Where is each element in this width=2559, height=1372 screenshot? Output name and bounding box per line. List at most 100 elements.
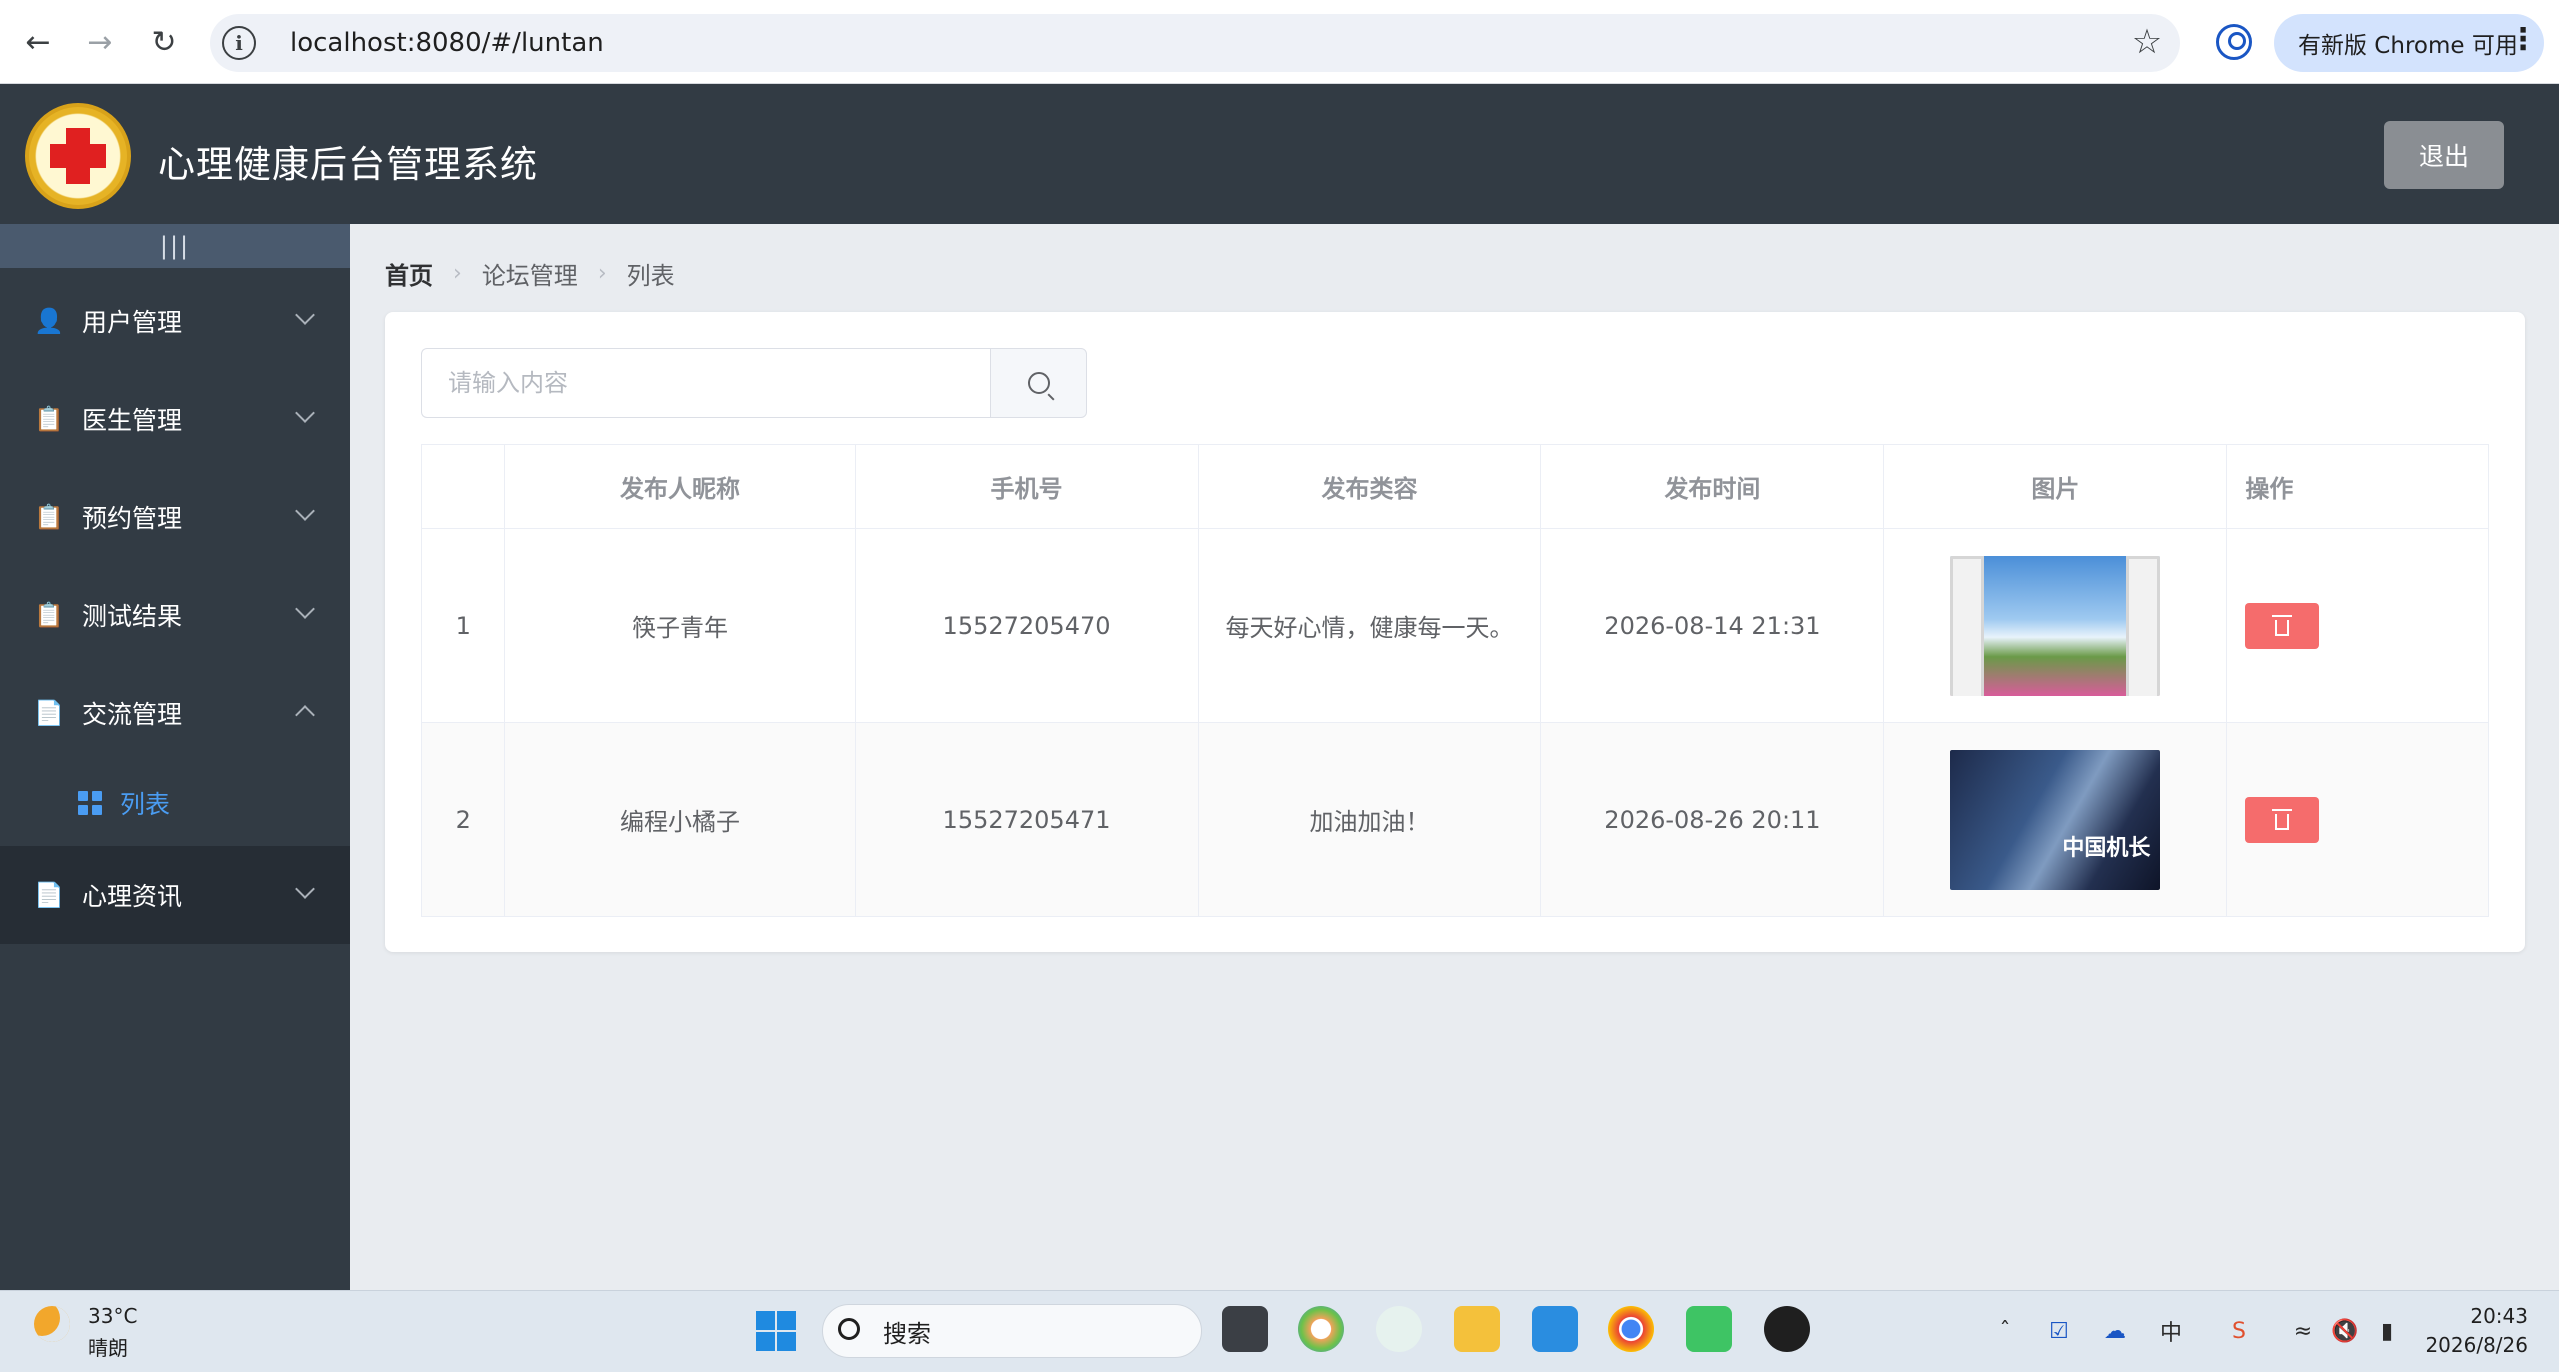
clipboard-icon: 📋 — [34, 601, 64, 629]
chat-app-icon[interactable] — [1376, 1306, 1422, 1352]
chevron-right-icon: › — [453, 261, 462, 286]
sidebar-item-psych-news[interactable]: 📄 心理资讯 — [0, 846, 350, 944]
sidebar-item-label: 预约管理 — [82, 504, 183, 533]
sidebar-item-label: 交流管理 — [82, 700, 183, 729]
sidebar-item-label: 心理资讯 — [82, 882, 183, 911]
back-arrow-icon[interactable]: ← — [16, 20, 60, 64]
breadcrumb-forum: 论坛管理 — [481, 262, 578, 290]
chevron-down-icon — [295, 501, 315, 521]
column-header-actions: 操作 — [2226, 444, 2489, 529]
site-info-icon[interactable]: i — [222, 26, 256, 60]
wifi-icon[interactable]: ≈ — [2290, 1318, 2316, 1344]
chrome-update-label: 有新版 Chrome 可用 — [2298, 33, 2518, 59]
cloud-icon[interactable]: ☁ — [2102, 1318, 2128, 1344]
breadcrumb: 首页 › 论坛管理 › 列表 — [385, 256, 675, 291]
logo-cross-horizontal — [50, 144, 106, 168]
address-bar[interactable]: localhost:8080/#/luntan — [210, 14, 2180, 72]
taskbar-search[interactable]: 搜索 — [822, 1304, 1202, 1358]
search-input[interactable] — [421, 348, 991, 418]
row-phone: 15527205470 — [854, 528, 1199, 723]
sidebar-item-doctors[interactable]: 📋 医生管理 — [0, 370, 350, 468]
browser-app-icon[interactable] — [1298, 1306, 1344, 1352]
clock-date[interactable]: 2026/8/26 — [2400, 1333, 2528, 1357]
chrome-update-button[interactable]: 有新版 Chrome 可用 — [2274, 14, 2544, 72]
vscode-icon[interactable] — [1532, 1306, 1578, 1352]
trash-icon — [2272, 614, 2293, 636]
sidebar-collapse-toggle[interactable]: ||| — [0, 224, 350, 268]
weather-desc: 晴朗 — [88, 1336, 128, 1360]
task-view-icon[interactable] — [1222, 1306, 1268, 1352]
profile-icon[interactable] — [2216, 24, 2252, 60]
chevron-up-icon — [295, 705, 315, 725]
battery-icon[interactable]: ▮ — [2374, 1318, 2400, 1344]
table-row: 1 筷子青年 15527205470 每天好心情，健康每一天。 2026-08-… — [420, 528, 2489, 723]
clock-time[interactable]: 20:43 — [2456, 1304, 2528, 1328]
qq-icon[interactable] — [1764, 1306, 1810, 1352]
chevron-right-icon: › — [597, 261, 607, 286]
weather-temp: 33°C — [88, 1304, 138, 1328]
sidebar-item-users[interactable]: 👤 用户管理 — [0, 272, 350, 370]
windows-start-icon[interactable] — [756, 1311, 796, 1351]
table-row: 2 编程小橘子 15527205471 加油加油！ 2026-08-26 20:… — [420, 722, 2489, 917]
chevron-down-icon — [295, 879, 315, 899]
bookmark-star-icon[interactable]: ☆ — [2125, 20, 2169, 64]
clipboard-icon: 📋 — [34, 503, 64, 531]
sidebar-item-label: 测试结果 — [82, 602, 183, 631]
document-icon: 📄 — [34, 881, 64, 909]
delete-button[interactable] — [2245, 602, 2320, 649]
document-icon: 📄 — [34, 699, 64, 727]
sidebar-subitem-list[interactable]: 列表 — [0, 760, 350, 846]
user-icon: 👤 — [34, 307, 64, 335]
row-image-cell — [1883, 528, 2228, 723]
row-actions — [2226, 722, 2489, 917]
search-icon — [838, 1318, 860, 1340]
search-icon — [1027, 372, 1050, 394]
breadcrumb-home[interactable]: 首页 — [385, 256, 433, 291]
row-image-cell: 中国机长 — [1883, 722, 2228, 917]
row-index: 2 — [420, 722, 506, 917]
chevron-down-icon — [295, 599, 315, 619]
taskbar-search-label: 搜索 — [883, 1319, 931, 1348]
trash-icon — [2272, 808, 2293, 830]
moon-weather-icon[interactable] — [34, 1306, 70, 1342]
app-tray-icon[interactable]: S — [2226, 1318, 2252, 1344]
row-phone: 15527205471 — [854, 722, 1199, 917]
file-explorer-icon[interactable] — [1454, 1306, 1500, 1352]
chevron-down-icon — [295, 305, 315, 325]
movie-poster-image[interactable]: 中国机长 — [1950, 749, 2161, 890]
row-actions — [2226, 528, 2489, 723]
table-header-row: 发布人昵称 手机号 发布类容 发布时间 图片 操作 — [420, 444, 2489, 529]
wechat-icon[interactable] — [1686, 1306, 1732, 1352]
sidebar-item-test-results[interactable]: 📋 测试结果 — [0, 566, 350, 664]
ime-icon[interactable]: 中 — [2158, 1318, 2184, 1346]
column-header-content: 发布类容 — [1197, 444, 1542, 529]
sidebar-item-label: 用户管理 — [82, 308, 183, 337]
chevron-down-icon — [295, 403, 315, 423]
sidebar-subitem-label: 列表 — [120, 790, 171, 819]
column-header-image: 图片 — [1883, 444, 2228, 529]
reload-icon[interactable]: ↻ — [142, 20, 186, 64]
forward-arrow-icon[interactable]: → — [78, 20, 122, 64]
url-text: localhost:8080/#/luntan — [290, 28, 604, 58]
logout-button[interactable]: 退出 — [2384, 121, 2504, 189]
chrome-icon[interactable] — [1608, 1306, 1654, 1352]
row-content: 加油加油！ — [1197, 722, 1542, 917]
column-header-nickname: 发布人昵称 — [504, 444, 856, 529]
search-button[interactable] — [990, 348, 1087, 418]
shield-icon[interactable]: ☑ — [2046, 1318, 2072, 1344]
volume-mute-icon[interactable]: 🔇 — [2331, 1318, 2358, 1344]
sidebar-item-appointments[interactable]: 📋 预约管理 — [0, 468, 350, 566]
row-nickname: 筷子青年 — [504, 528, 856, 723]
chevron-up-icon[interactable]: ˆ — [1992, 1318, 2018, 1344]
row-time: 2026-08-26 20:11 — [1540, 722, 1885, 917]
poster-title: 中国机长 — [2062, 835, 2151, 861]
app-title: 心理健康后台管理系统 — [158, 143, 538, 186]
clipboard-icon: 📋 — [34, 405, 64, 433]
delete-button[interactable] — [2245, 796, 2320, 843]
column-header-index — [420, 444, 506, 529]
window-flowers-image[interactable] — [1950, 555, 2161, 696]
more-options-icon[interactable]: ⋮ — [2508, 22, 2538, 57]
sidebar-item-communication[interactable]: 📄 交流管理 — [0, 664, 350, 762]
grid-icon — [78, 791, 102, 815]
forum-table: 发布人昵称 手机号 发布类容 发布时间 图片 操作 1 筷子青年 1552720… — [420, 444, 2489, 917]
